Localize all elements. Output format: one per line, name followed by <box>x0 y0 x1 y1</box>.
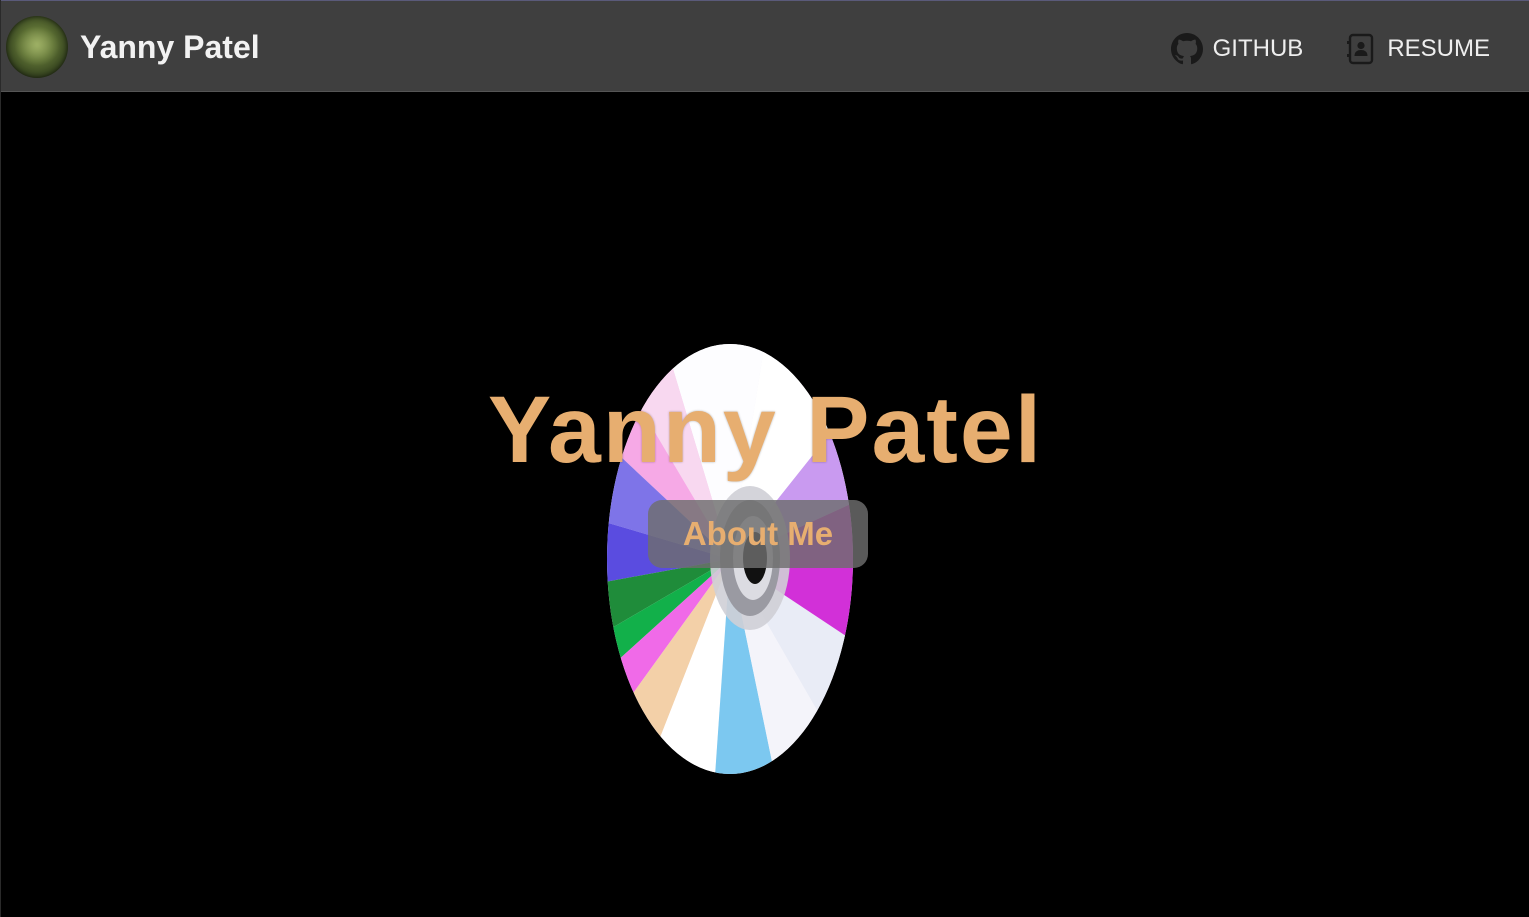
hero-section: Yanny Patel About Me <box>1 92 1529 917</box>
github-icon <box>1170 33 1203 65</box>
about-me-button[interactable]: About Me <box>648 500 868 568</box>
brand-link[interactable]: Yanny Patel <box>6 16 260 78</box>
resume-link[interactable]: RESUME <box>1345 33 1490 65</box>
resume-link-label: RESUME <box>1387 35 1490 62</box>
navbar: Yanny Patel GITHUB RESUME <box>1 0 1529 92</box>
brand-name: Yanny Patel <box>80 28 260 65</box>
hero-title: Yanny Patel <box>487 377 1044 483</box>
github-link[interactable]: GITHUB <box>1170 33 1304 65</box>
brand-logo-avatar <box>6 16 68 78</box>
nav-links: GITHUB RESUME <box>1129 29 1490 69</box>
resume-icon <box>1345 33 1377 65</box>
github-link-label: GITHUB <box>1212 35 1304 62</box>
page: Yanny Patel GITHUB RESUME Yanny Patel Ab… <box>0 0 1529 917</box>
